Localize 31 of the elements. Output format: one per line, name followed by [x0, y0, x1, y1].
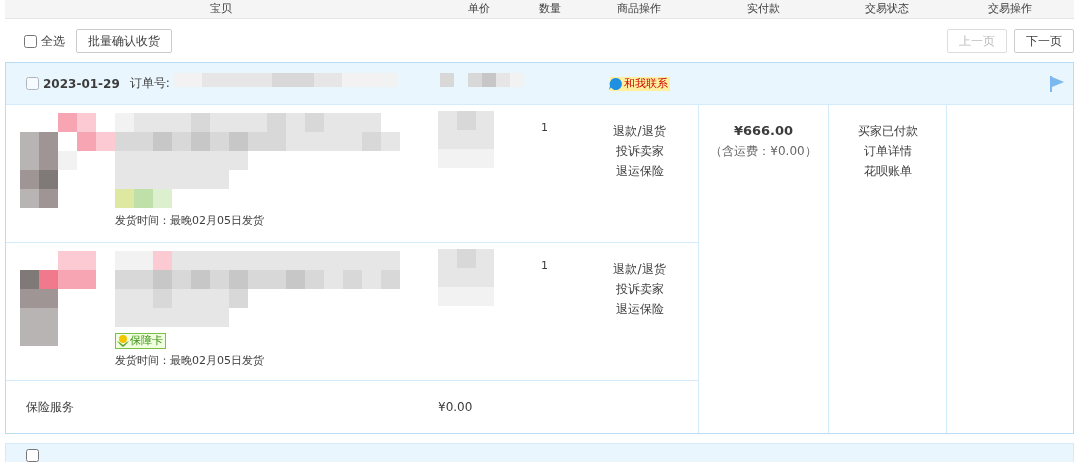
contact-seller-link[interactable]: 和我联系	[609, 76, 670, 91]
order-status-link[interactable]: 花呗账单	[863, 161, 912, 181]
column-header: 交易操作	[988, 1, 1032, 17]
order-status-link[interactable]: 订单详情	[863, 141, 912, 161]
item-action-link[interactable]: 退款/退货	[613, 259, 666, 279]
ship-time: 发货时间：最晚02月05日发货	[115, 213, 264, 228]
quantity: 1	[540, 120, 549, 135]
total-price: ¥666.00	[733, 122, 794, 140]
column-header: 宝贝	[210, 1, 232, 17]
order-number-label: 订单号:	[129, 75, 170, 92]
order-status-link[interactable]: 买家已付款	[857, 121, 918, 141]
select-all-label: 全选	[41, 32, 65, 50]
item-action-link[interactable]: 投诉卖家	[615, 141, 664, 161]
item-action-link[interactable]: 退款/退货	[613, 121, 666, 141]
next-page-button[interactable]: 下一页	[1014, 29, 1074, 53]
guarantee-card-badge: 保障卡	[115, 333, 166, 349]
item-action-link[interactable]: 退运保险	[615, 161, 664, 181]
item-action-link[interactable]: 投诉卖家	[615, 279, 664, 299]
shipping-fee: （含运费：¥0.00）	[710, 143, 817, 160]
item-action-link[interactable]: 退运保险	[615, 299, 664, 319]
insurance-label: 保险服务	[26, 398, 75, 416]
bulk-confirm-button[interactable]: 批量确认收货	[76, 29, 172, 53]
insurance-price: ¥0.00	[438, 400, 473, 414]
column-header: 交易状态	[865, 1, 909, 17]
column-header: 实付款	[746, 1, 780, 17]
ship-time: 发货时间：最晚02月05日发货	[115, 353, 264, 368]
column-header: 单价	[467, 1, 490, 17]
column-header: 数量	[539, 1, 561, 17]
order-date: 2023-01-29	[43, 76, 120, 91]
quantity: 1	[540, 258, 549, 273]
column-header: 商品操作	[617, 1, 661, 17]
